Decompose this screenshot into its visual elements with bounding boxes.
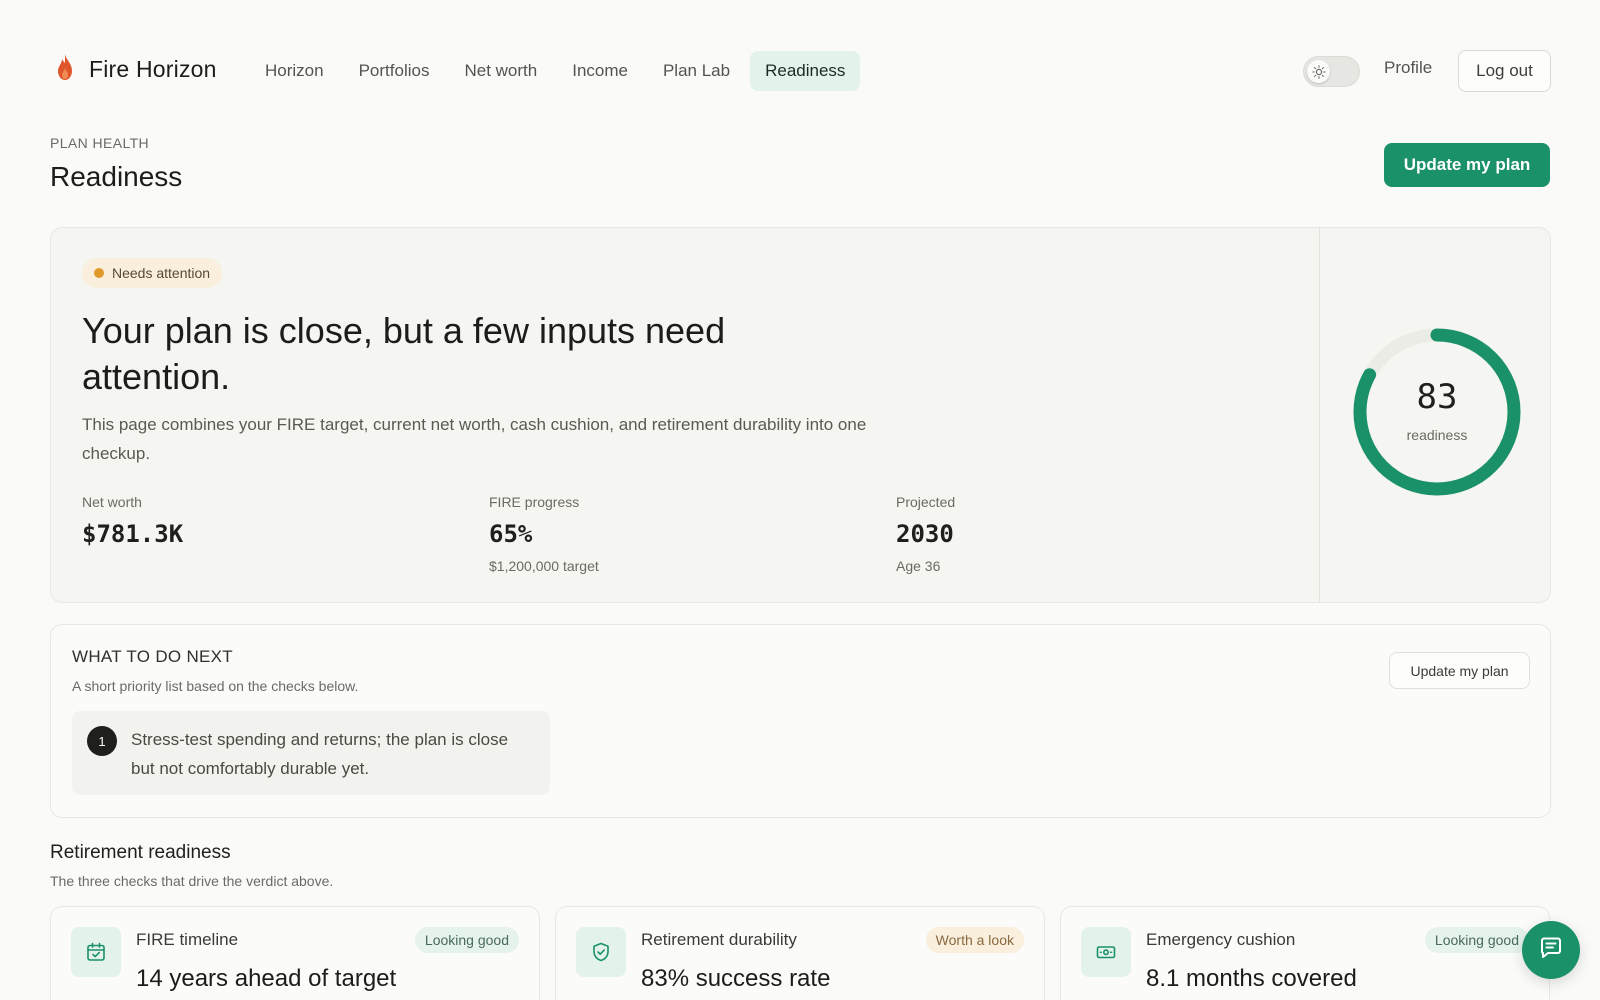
- readiness-section-title: Retirement readiness: [50, 842, 231, 863]
- stat-value: 65%: [489, 520, 533, 548]
- page-title: Readiness: [50, 161, 183, 192]
- chat-button[interactable]: [1522, 921, 1580, 979]
- next-steps-title: WHAT TO DO NEXT: [72, 647, 233, 666]
- stat-label: Projected: [896, 494, 956, 510]
- check-card-emergency-cushion[interactable]: Emergency cushion 8.1 months covered Loo…: [1060, 906, 1550, 1000]
- shield-icon: [576, 927, 626, 977]
- check-title: Emergency cushion: [1146, 930, 1296, 949]
- stat-note: Age 36: [896, 558, 941, 574]
- stat-net-worth: Net worth $781.3K: [82, 494, 183, 548]
- readiness-summary-card: Needs attention Your plan is close, but …: [50, 227, 1551, 603]
- update-plan-secondary-button[interactable]: Update my plan: [1389, 652, 1530, 689]
- theme-toggle[interactable]: [1303, 56, 1360, 87]
- nav-item-readiness[interactable]: Readiness: [750, 51, 861, 91]
- status-badge-label: Needs attention: [112, 265, 211, 281]
- check-status-badge: Worth a look: [925, 927, 1024, 953]
- nav-item-net-worth[interactable]: Net worth: [449, 51, 552, 91]
- stat-fire-progress: FIRE progress 65% $1,200,000 target: [489, 494, 599, 574]
- step-number: 1: [87, 726, 117, 756]
- cash-icon: [1081, 927, 1131, 977]
- stat-value: $781.3K: [82, 520, 184, 548]
- next-step-item: 1 Stress-test spending and returns; the …: [72, 711, 550, 795]
- gauge-label: readiness: [1406, 427, 1468, 443]
- check-title: FIRE timeline: [136, 930, 239, 949]
- stat-note: $1,200,000 target: [489, 558, 599, 574]
- next-steps-subtitle: A short priority list based on the check…: [72, 678, 359, 694]
- logout-button[interactable]: Log out: [1458, 50, 1551, 92]
- check-card-retirement-durability[interactable]: Retirement durability 83% success rate W…: [555, 906, 1045, 1000]
- nav-item-income[interactable]: Income: [557, 51, 643, 91]
- check-value: 14 years ahead of target: [136, 965, 397, 992]
- nav-item-horizon[interactable]: Horizon: [250, 51, 339, 91]
- check-card-fire-timeline[interactable]: FIRE timeline 14 years ahead of target L…: [50, 906, 540, 1000]
- chat-icon: [1537, 934, 1565, 967]
- stat-value: 2030: [896, 520, 954, 548]
- stat-projected: Projected 2030 Age 36: [896, 494, 955, 574]
- update-plan-button[interactable]: Update my plan: [1384, 143, 1550, 187]
- check-value: 8.1 months covered: [1146, 965, 1357, 992]
- top-navigation: Fire Horizon Horizon Portfolios Net wort…: [0, 0, 1600, 142]
- status-dot: [94, 268, 104, 278]
- profile-link[interactable]: Profile: [1384, 58, 1432, 78]
- calendar-icon: [71, 927, 121, 977]
- check-value: 83% success rate: [641, 965, 831, 992]
- flame-icon: [55, 52, 75, 87]
- status-badge: Needs attention: [82, 258, 223, 288]
- step-text: Stress-test spending and returns; the pl…: [131, 730, 509, 778]
- app-name: Fire Horizon: [89, 56, 217, 82]
- gauge-value: 83: [1416, 377, 1458, 417]
- check-status-badge: Looking good: [414, 927, 519, 953]
- main-nav: Horizon Portfolios Net worth Income Plan…: [250, 51, 865, 91]
- check-title: Retirement durability: [641, 930, 797, 949]
- nav-item-portfolios[interactable]: Portfolios: [344, 51, 445, 91]
- nav-item-plan-lab[interactable]: Plan Lab: [648, 51, 745, 91]
- readiness-gauge: 83 readiness: [1350, 325, 1524, 499]
- summary-description: This page combines your FIRE target, cur…: [82, 415, 867, 463]
- readiness-section-subtitle: The three checks that drive the verdict …: [50, 873, 334, 889]
- page-eyebrow: PLAN HEALTH: [50, 135, 150, 151]
- stat-label: Net worth: [82, 494, 142, 510]
- check-status-badge: Looking good: [1424, 927, 1529, 953]
- stat-label: FIRE progress: [489, 494, 580, 510]
- next-steps-card: WHAT TO DO NEXT A short priority list ba…: [50, 624, 1551, 818]
- summary-headline: Your plan is close, but a few inputs nee…: [82, 310, 726, 397]
- sun-icon: [1307, 60, 1330, 83]
- brand[interactable]: Fire Horizon: [55, 52, 217, 87]
- card-divider: [1319, 228, 1320, 602]
